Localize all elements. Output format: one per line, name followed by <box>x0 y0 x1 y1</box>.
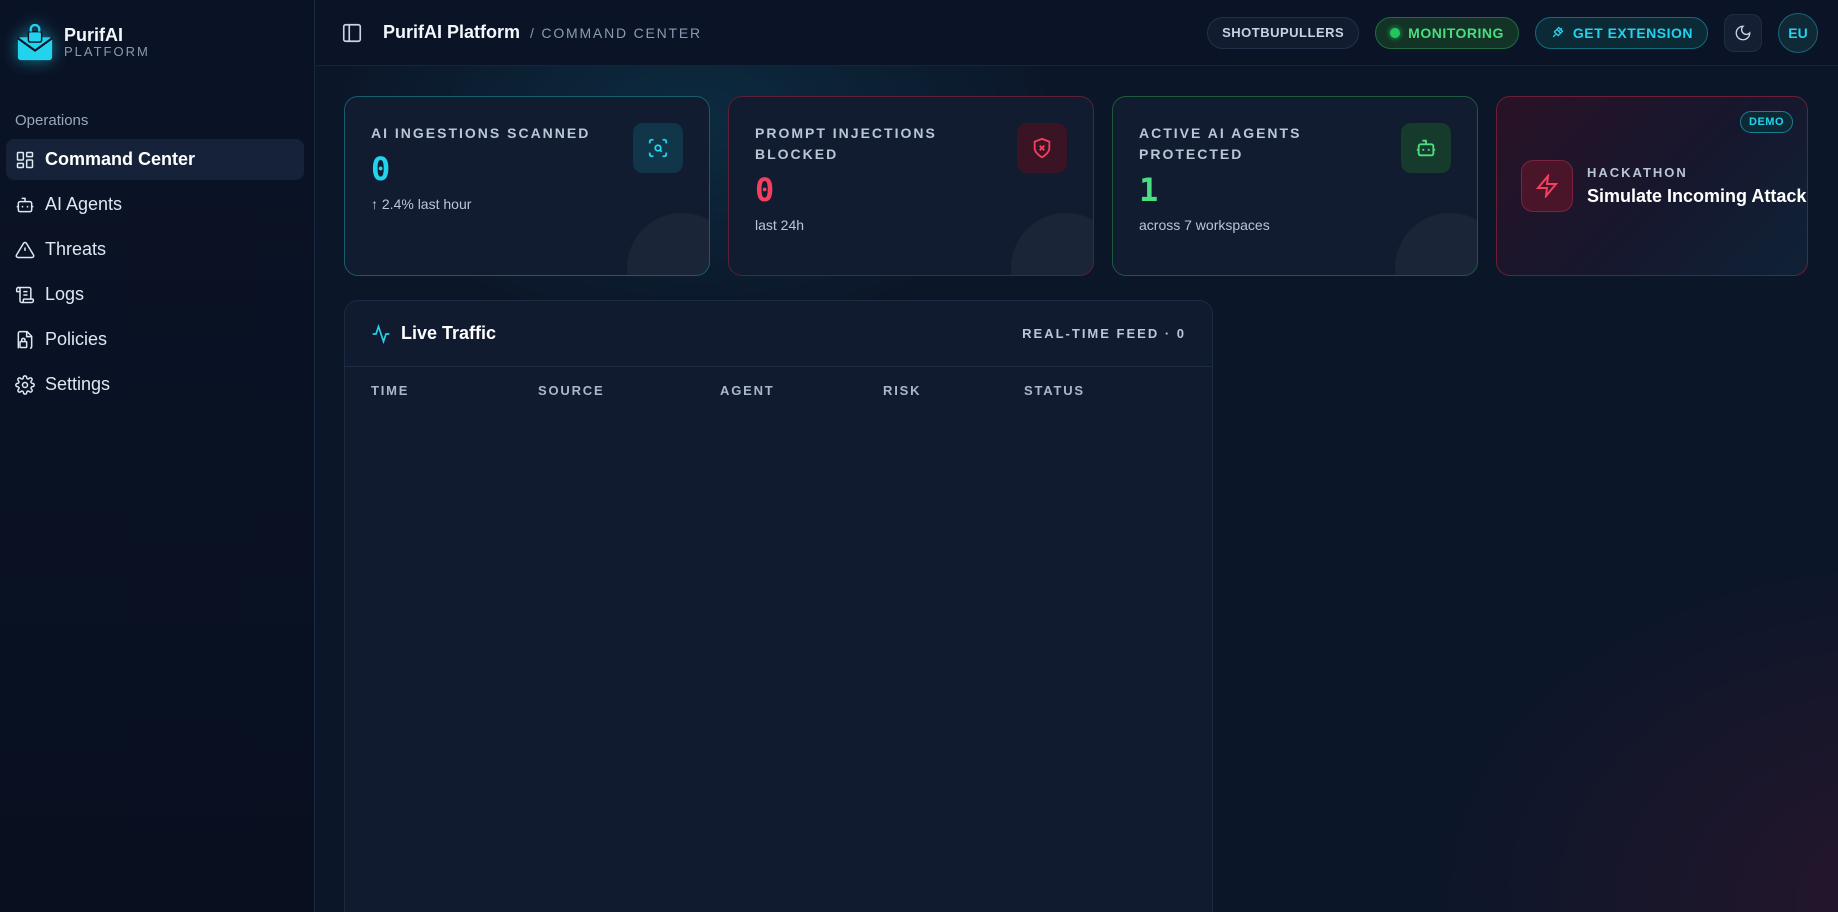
stat-sub: ↑ 2.4% last hour <box>371 196 472 212</box>
scroll-icon <box>15 285 35 305</box>
activity-icon <box>372 323 390 344</box>
monitoring-status-button[interactable]: MONITORING <box>1375 16 1519 49</box>
stat-card-injections: PROMPT INJECTIONS BLOCKED 0 last 24h <box>728 96 1094 276</box>
sidebar-item-settings[interactable]: Settings <box>6 364 304 405</box>
live-traffic-panel: Live Traffic REAL-TIME FEED · 0 TIME SOU… <box>344 300 1213 912</box>
gear-icon <box>15 374 35 395</box>
workspace-selector[interactable]: SHOTBUPULLERS <box>1207 16 1360 49</box>
status-dot-icon <box>1390 27 1401 38</box>
bot-icon <box>1401 123 1451 173</box>
sidebar-item-ai-agents[interactable]: AI Agents <box>6 184 304 225</box>
sidebar-item-label: AI Agents <box>45 194 123 214</box>
bot-icon <box>15 195 35 215</box>
scan-search-icon <box>633 123 683 173</box>
sidebar-item-label: Threats <box>45 239 107 259</box>
card-decoration <box>627 213 709 275</box>
brand-sub: PLATFORM <box>64 44 150 59</box>
sidebar-item-command-center[interactable]: Command Center <box>6 139 304 180</box>
plugin-icon <box>1552 26 1564 38</box>
sidebar: PurifAI PLATFORM Operations Command Cent… <box>0 0 315 912</box>
stat-sub: across 7 workspaces <box>1139 217 1270 233</box>
zap-icon <box>1521 160 1573 212</box>
sidebar-item-threats[interactable]: Threats <box>6 229 304 270</box>
stat-cards: AI INGESTIONS SCANNED 0 ↑ 2.4% last hour… <box>344 96 1808 276</box>
stat-card-ingestions: AI INGESTIONS SCANNED 0 ↑ 2.4% last hour <box>344 96 710 276</box>
demo-badge: DEMO <box>1740 111 1793 133</box>
sidebar-item-logs[interactable]: Logs <box>6 274 304 315</box>
sidebar-item-label: Command Center <box>45 149 196 169</box>
column-source: SOURCE <box>538 383 605 398</box>
column-status: STATUS <box>1024 383 1085 398</box>
brand-logo-icon <box>17 24 53 61</box>
sidebar-item-label: Policies <box>45 329 108 349</box>
column-time: TIME <box>371 383 410 398</box>
sidebar-item-label: Logs <box>45 284 85 304</box>
monitoring-label: MONITORING <box>1408 24 1504 41</box>
stat-sub: last 24h <box>755 217 805 233</box>
main-content: PurifAI Platform / COMMAND CENTER SHOTBU… <box>315 0 1838 912</box>
brand-name: PurifAI <box>64 25 124 45</box>
real-time-feed-count: REAL-TIME FEED · 0 <box>1022 326 1186 341</box>
sidebar-item-policies[interactable]: Policies <box>6 319 304 360</box>
demo-title: Simulate Incoming Attack <box>1587 186 1807 206</box>
brand[interactable]: PurifAI PLATFORM <box>0 0 314 62</box>
stat-label: PROMPT INJECTIONS BLOCKED <box>755 125 937 162</box>
topbar-actions: SHOTBUPULLERS MONITORING GET EXTENSION E… <box>1207 12 1818 53</box>
user-avatar[interactable]: EU <box>1778 12 1818 53</box>
warning-icon <box>15 240 35 260</box>
file-lock-icon <box>15 330 35 350</box>
topbar: PurifAI Platform / COMMAND CENTER SHOTBU… <box>315 0 1838 66</box>
sidebar-item-label: Settings <box>45 374 111 394</box>
moon-icon <box>1735 25 1751 40</box>
simulate-attack-card[interactable]: DEMO HACKATHON Simulate Incoming Attack <box>1496 96 1808 276</box>
breadcrumb-current: COMMAND CENTER <box>541 24 702 41</box>
dashboard-icon <box>15 150 35 170</box>
get-extension-label: GET EXTENSION <box>1572 24 1693 41</box>
breadcrumb-separator: / <box>530 24 536 41</box>
breadcrumb-root[interactable]: PurifAI Platform <box>383 22 520 43</box>
column-risk: RISK <box>883 383 922 398</box>
theme-toggle-button[interactable] <box>1724 13 1762 52</box>
traffic-table-header: TIME SOURCE AGENT RISK STATUS <box>345 367 1212 398</box>
stat-card-agents: ACTIVE AI AGENTS PROTECTED 1 across 7 wo… <box>1112 96 1478 276</box>
sidebar-toggle-button[interactable] <box>341 22 363 44</box>
live-traffic-title: Live Traffic <box>401 323 497 343</box>
shield-x-icon <box>1017 123 1067 173</box>
stat-label: ACTIVE AI AGENTS PROTECTED <box>1139 125 1302 162</box>
stat-label: AI INGESTIONS SCANNED <box>371 125 591 141</box>
demo-kicker: HACKATHON <box>1587 165 1688 180</box>
panel-left-icon <box>342 23 362 42</box>
get-extension-button[interactable]: GET EXTENSION <box>1534 16 1708 49</box>
stat-value: 1 <box>1139 171 1159 209</box>
app-root: PurifAI PLATFORM Operations Command Cent… <box>0 0 1838 912</box>
stat-value: 0 <box>755 171 775 209</box>
live-traffic-header: Live Traffic REAL-TIME FEED · 0 <box>345 301 1212 367</box>
nav-group-label: Operations <box>15 112 89 129</box>
column-agent: AGENT <box>720 383 775 398</box>
